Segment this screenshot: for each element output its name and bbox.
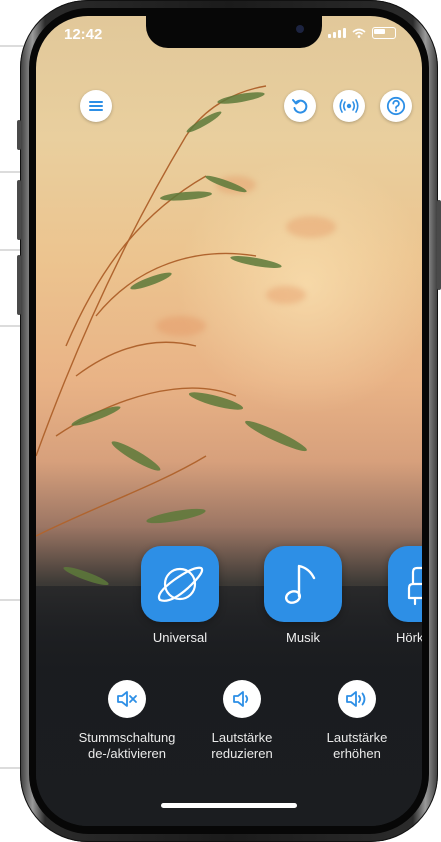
status-time: 12:42 [64, 26, 103, 43]
mode-tile[interactable] [141, 546, 219, 622]
mute-toggle[interactable]: Stummschaltung de-/aktivieren [67, 680, 187, 762]
mode-universal[interactable]: Universal [140, 546, 220, 645]
mode-tile[interactable] [388, 546, 422, 622]
menu-button[interactable] [80, 90, 112, 122]
home-indicator[interactable] [161, 803, 297, 808]
volume-up[interactable]: Lautstärke erhöhen [297, 680, 417, 762]
speaker-high-icon [346, 691, 366, 707]
volume-up-side-button [17, 180, 21, 240]
mute-label: Stummschaltung de-/aktivieren [67, 730, 187, 762]
armchair-icon [407, 566, 422, 606]
mode-hoerkomfort[interactable]: Hörko [388, 546, 422, 645]
broadcast-button[interactable] [333, 90, 365, 122]
volume-up-button[interactable] [338, 680, 376, 718]
help-button[interactable] [380, 90, 412, 122]
broadcast-icon [339, 99, 359, 113]
mute-button[interactable] [108, 680, 146, 718]
music-note-icon [284, 564, 316, 604]
volume-down-label-line1: Lautstärke [211, 730, 273, 745]
mute-switch [17, 120, 21, 150]
volume-down-label: Lautstärke reduzieren [182, 730, 302, 762]
volume-down-button[interactable] [223, 680, 261, 718]
battery-icon [372, 27, 396, 39]
volume-up-label-line1: Lautstärke [326, 730, 388, 745]
volume-up-label: Lautstärke erhöhen [297, 730, 417, 762]
help-icon [386, 96, 406, 116]
mode-tile[interactable] [264, 546, 342, 622]
volume-down[interactable]: Lautstärke reduzieren [182, 680, 302, 762]
mode-label: Hörko [396, 630, 422, 645]
mute-label-line1: Stummschaltung [78, 730, 176, 745]
mode-label: Universal [152, 630, 208, 645]
mute-label-line2: de-/aktivieren [87, 746, 167, 761]
volume-up-label-line2: erhöhen [333, 746, 381, 761]
signal-icon [328, 28, 346, 38]
volume-down-side-button [17, 255, 21, 315]
status-icons [328, 27, 396, 39]
screen-notch [146, 16, 322, 48]
speaker-low-icon [233, 691, 249, 707]
hamburger-icon [89, 101, 103, 111]
speaker-mute-icon [117, 691, 137, 707]
undo-icon [292, 99, 308, 114]
phone-frame: 12:42 Universal Musik Hörk Stummschaltun… [17, 0, 441, 842]
volume-down-label-line2: reduzieren [211, 746, 273, 761]
undo-button[interactable] [284, 90, 316, 122]
mode-musik[interactable]: Musik [263, 546, 343, 645]
front-camera [296, 25, 304, 33]
mode-label: Musik [286, 630, 320, 645]
app-screen: 12:42 Universal Musik Hörk Stummschaltun… [36, 16, 422, 826]
planet-icon [157, 566, 204, 602]
wifi-icon [352, 28, 366, 38]
power-side-button [437, 200, 441, 290]
